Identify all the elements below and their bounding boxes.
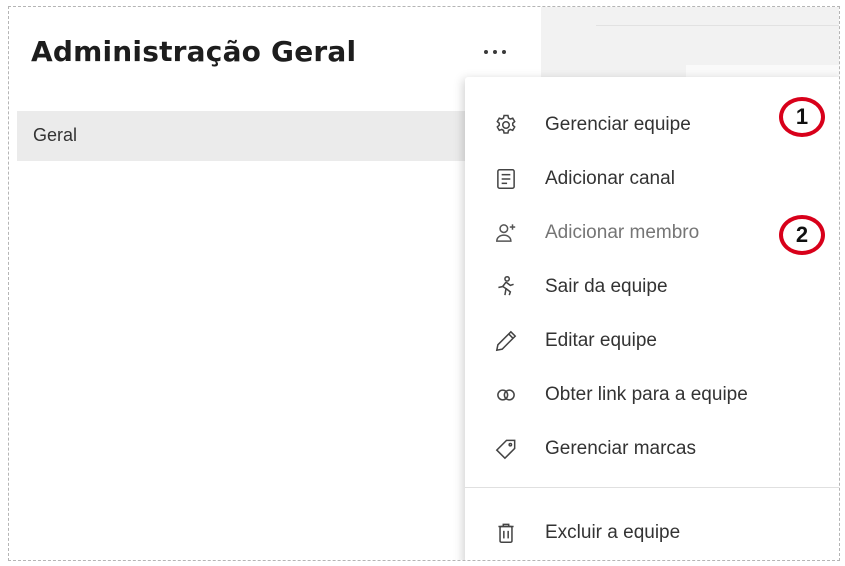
teams-panel: Administração Geral Geral Gerenciar equi… <box>8 6 840 561</box>
more-horizontal-icon[interactable] <box>477 37 513 67</box>
channel-item-geral[interactable]: Geral <box>17 111 487 161</box>
channel-label: Geral <box>33 125 78 145</box>
annotation-marker-1: 1 <box>779 97 825 137</box>
menu-item-add-channel[interactable]: Adicionar canal <box>465 153 839 205</box>
gear-icon <box>493 112 519 138</box>
link-icon <box>493 382 519 408</box>
tag-icon <box>493 436 519 462</box>
menu-divider <box>465 487 839 488</box>
team-header: Administração Geral <box>9 7 541 99</box>
content-divider <box>596 25 839 26</box>
add-person-icon <box>493 220 519 246</box>
menu-item-label: Gerenciar equipe <box>545 114 691 135</box>
menu-item-label: Excluir a equipe <box>545 522 681 543</box>
leave-team-icon <box>493 274 519 300</box>
menu-item-label: Adicionar membro <box>545 222 700 243</box>
menu-item-delete-team[interactable]: Excluir a equipe <box>465 507 839 559</box>
menu-item-label: Gerenciar marcas <box>545 438 696 459</box>
team-name: Administração Geral <box>31 35 357 68</box>
menu-item-label: Obter link para a equipe <box>545 384 748 405</box>
annotation-marker-2: 2 <box>779 215 825 255</box>
menu-item-leave-team[interactable]: Sair da equipe <box>465 261 839 313</box>
menu-item-label: Adicionar canal <box>545 168 675 189</box>
trash-icon <box>493 520 519 546</box>
menu-item-get-link[interactable]: Obter link para a equipe <box>465 369 839 421</box>
pencil-icon <box>493 328 519 354</box>
team-options-menu: Gerenciar equipe Adicionar canal Adicion… <box>465 77 839 560</box>
menu-item-edit-team[interactable]: Editar equipe <box>465 315 839 367</box>
add-channel-icon <box>493 166 519 192</box>
menu-item-manage-tags[interactable]: Gerenciar marcas <box>465 423 839 475</box>
menu-item-label: Sair da equipe <box>545 276 668 297</box>
menu-item-label: Editar equipe <box>545 330 657 351</box>
